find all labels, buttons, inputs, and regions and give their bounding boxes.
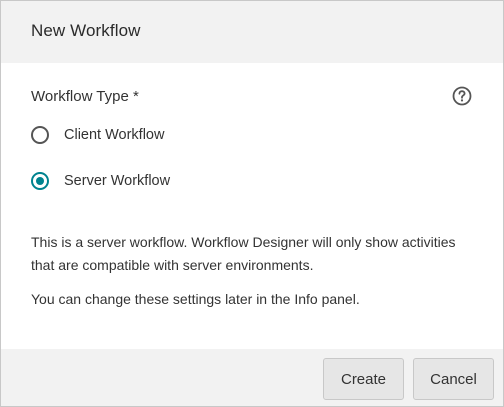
radio-server-workflow[interactable]: Server Workflow — [31, 170, 170, 192]
radio-button-unchecked[interactable] — [31, 126, 49, 144]
workflow-description: This is a server workflow. Workflow Desi… — [31, 234, 456, 273]
radio-client-workflow[interactable]: Client Workflow — [31, 124, 164, 146]
dialog-header: New Workflow — [1, 1, 503, 63]
new-workflow-dialog: New Workflow Workflow Type * Client Work… — [0, 0, 504, 407]
dialog-body: Workflow Type * Client Workflow Server W… — [1, 63, 503, 349]
help-icon[interactable] — [452, 86, 472, 106]
create-button[interactable]: Create — [323, 358, 404, 400]
dialog-footer: Create Cancel — [1, 349, 503, 406]
question-circle-icon — [452, 86, 472, 106]
settings-note: You can change these settings later in t… — [31, 291, 360, 307]
workflow-type-label: Workflow Type * — [31, 88, 139, 105]
radio-button-checked[interactable] — [31, 172, 49, 190]
radio-label-server: Server Workflow — [64, 173, 171, 189]
dialog-title: New Workflow — [31, 21, 141, 40]
radio-label-client: Client Workflow — [64, 127, 165, 143]
cancel-button[interactable]: Cancel — [413, 358, 494, 400]
